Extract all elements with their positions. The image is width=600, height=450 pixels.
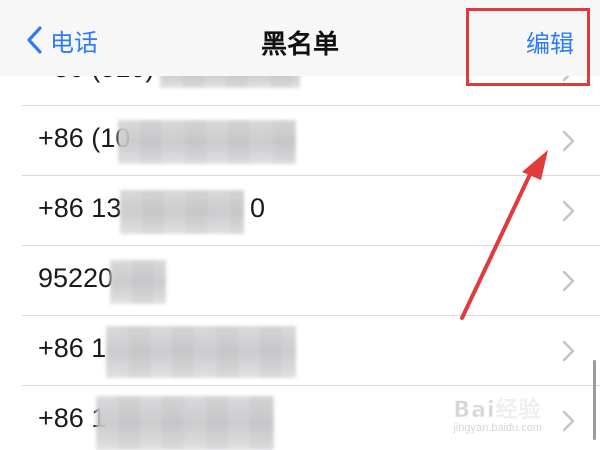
phone-number: +86 1 [38,333,107,363]
chevron-right-icon [562,270,576,292]
chevron-right-icon [562,340,576,362]
edit-button[interactable]: 编辑 [526,24,574,59]
phone-number: 95220 [38,263,114,293]
chevron-right-icon [562,410,576,432]
list-item[interactable]: +86 1 [0,316,600,386]
blacklist-list: +86 (510) +86 (10 +86 13 0 95220 [0,36,600,450]
blacklist-screen: 电话 黑名单 编辑 +86 (510) +86 (10 +86 13 0 [0,0,600,450]
list-item[interactable]: +86 (10 [0,106,600,176]
privacy-mask [96,396,274,450]
chevron-right-icon [562,200,576,222]
page-title: 黑名单 [260,30,339,60]
privacy-mask [120,190,244,234]
privacy-mask [110,260,166,304]
list-item[interactable]: +86 1 [0,386,600,450]
phone-number-suffix: 0 [250,193,266,223]
privacy-mask [106,326,296,378]
phone-number: +86 13 [38,193,122,223]
navigation-bar: 电话 黑名单 编辑 [0,0,600,76]
list-item[interactable]: 95220 [0,246,600,316]
phone-number: +86 (10 [38,123,131,153]
privacy-mask [118,120,296,164]
scroll-indicator[interactable] [593,360,596,440]
chevron-right-icon [562,130,576,152]
list-item[interactable]: +86 13 0 [0,176,600,246]
